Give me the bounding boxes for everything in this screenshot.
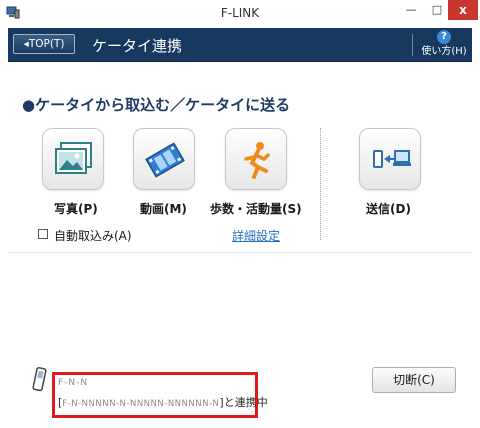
detail-settings-link[interactable]: 詳細設定 xyxy=(232,227,280,244)
vertical-divider xyxy=(320,128,321,240)
runner-icon xyxy=(244,142,270,179)
pedometer-button[interactable] xyxy=(225,128,287,190)
header-bar: ◂TOP(T) ケータイ連携 ? 使い方(H) xyxy=(8,28,472,62)
device-link-status: [F-N-NNNNN-N-NNNNN-NNNNNN-N]と連携中 xyxy=(58,394,268,410)
send-button[interactable] xyxy=(359,128,421,190)
minimize-button[interactable]: — xyxy=(398,0,424,20)
video-button[interactable] xyxy=(133,128,195,190)
maximize-button[interactable]: □ xyxy=(424,0,450,20)
close-button[interactable]: x xyxy=(448,0,478,20)
top-button[interactable]: ◂TOP(T) xyxy=(13,34,75,54)
device-id: F-N-NNNNN-N-NNNNN-NNNNNN-N xyxy=(62,399,220,409)
auto-import-label[interactable]: 自動取込み(A) xyxy=(54,227,132,244)
disconnect-button[interactable]: 切断(C) xyxy=(372,367,456,393)
phone-to-pc-icon xyxy=(373,150,411,168)
photo-label: 写真(P) xyxy=(54,202,98,216)
device-link-text: ]と連携中 xyxy=(219,396,268,409)
photo-button[interactable] xyxy=(42,128,104,190)
send-label: 送信(D) xyxy=(366,202,411,216)
title-bar: F-LINK — □ x xyxy=(0,0,480,26)
auto-import-checkbox[interactable] xyxy=(38,229,48,239)
device-name: F-N-N xyxy=(58,378,89,388)
header-separator xyxy=(412,34,413,56)
film-icon xyxy=(145,142,185,178)
content-divider xyxy=(8,252,472,253)
page-title: ケータイ連携 xyxy=(92,37,183,55)
photo-icon xyxy=(55,142,92,174)
video-label: 動画(M) xyxy=(140,202,187,216)
flink-window: F-LINK — □ x ◂TOP(T) ケータイ連携 ? 使い方(H) ●ケー… xyxy=(0,0,480,428)
section-title: ●ケータイから取込む／ケータイに送る xyxy=(22,96,291,114)
help-icon: ? xyxy=(437,30,451,44)
phone-icon xyxy=(32,367,47,392)
help-label: 使い方(H) xyxy=(421,46,467,57)
pedometer-label: 歩数・活動量(S) xyxy=(210,202,302,216)
help-button[interactable]: ? 使い方(H) xyxy=(416,30,472,60)
